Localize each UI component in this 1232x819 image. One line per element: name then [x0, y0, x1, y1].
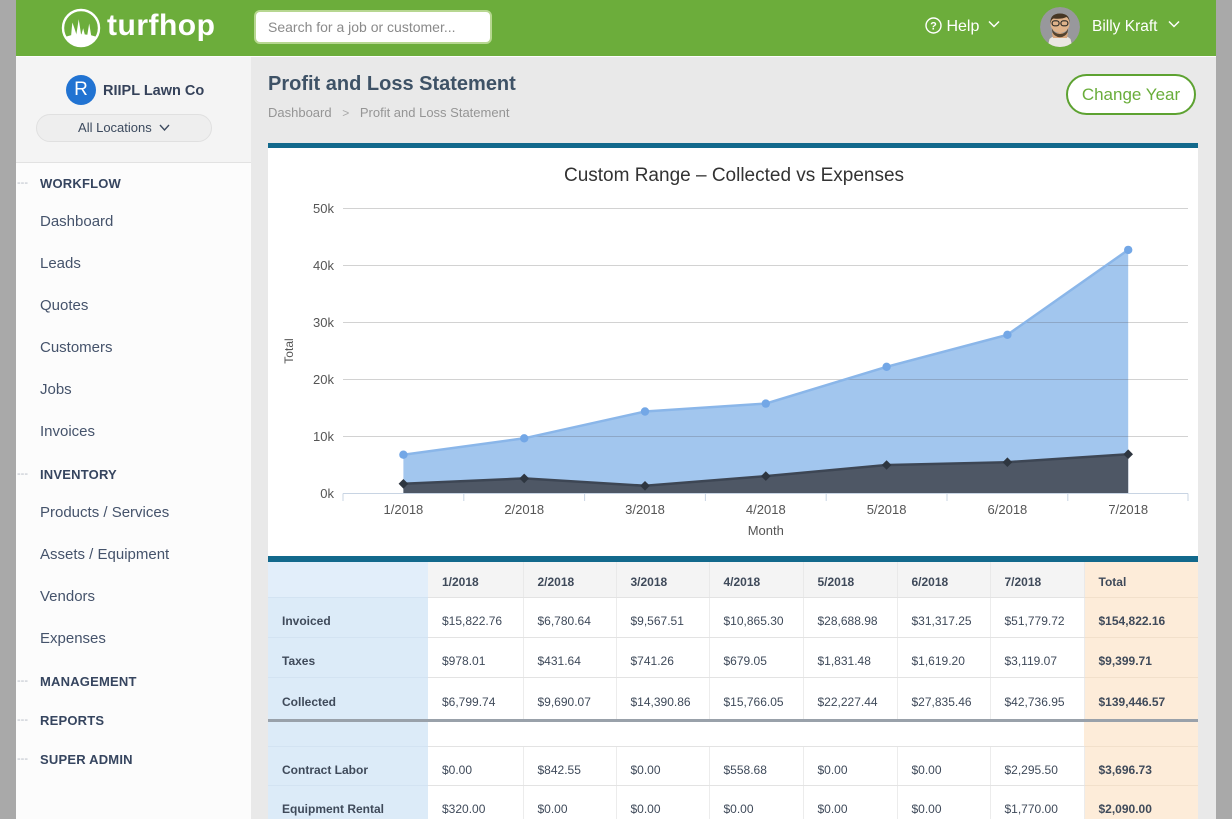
svg-text:30k: 30k	[313, 315, 334, 330]
svg-text:Total: Total	[282, 338, 296, 363]
svg-text:Custom Range – Collected vs Ex: Custom Range – Collected vs Expenses	[564, 165, 904, 186]
svg-text:40k: 40k	[313, 258, 334, 273]
svg-text:7/2018: 7/2018	[1108, 502, 1148, 517]
svg-text:3/2018: 3/2018	[625, 502, 665, 517]
svg-text:Month: Month	[748, 523, 784, 538]
svg-text:10k: 10k	[313, 429, 334, 444]
svg-text:2/2018: 2/2018	[504, 502, 544, 517]
svg-text:1/2018: 1/2018	[384, 502, 424, 517]
svg-text:?: ?	[930, 21, 937, 33]
svg-text:50k: 50k	[313, 201, 334, 216]
svg-text:6/2018: 6/2018	[988, 502, 1028, 517]
svg-text:0k: 0k	[320, 486, 334, 501]
svg-text:20k: 20k	[313, 372, 334, 387]
svg-text:4/2018: 4/2018	[746, 502, 786, 517]
svg-text:5/2018: 5/2018	[867, 502, 907, 517]
